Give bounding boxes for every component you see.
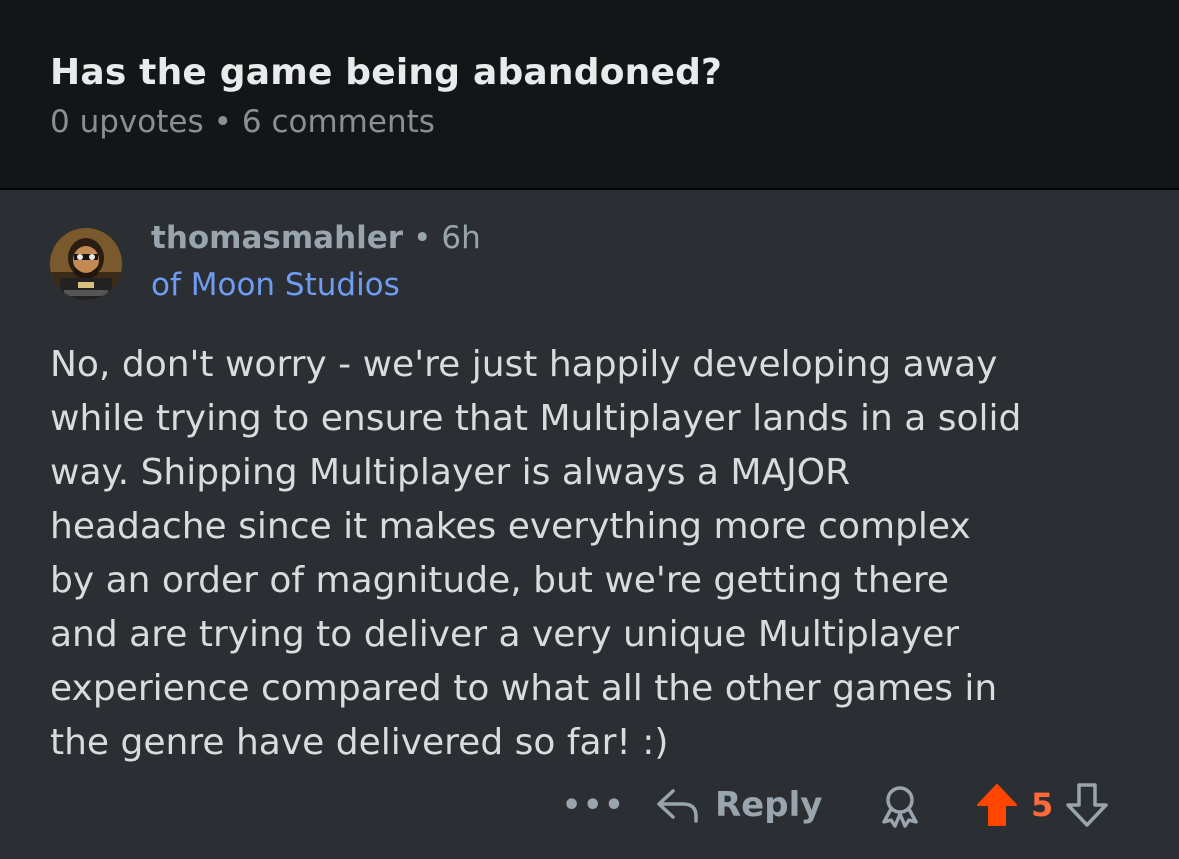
upvote-count: 0 upvotes — [50, 104, 204, 140]
more-options-button[interactable]: ••• — [562, 788, 626, 823]
comment-count[interactable]: 6 comments — [242, 104, 435, 140]
comment: thomasmahler • 6h of Moon Studios No, don'… — [0, 190, 1179, 859]
vote-controls: 5 — [975, 780, 1109, 830]
post-meta: 0 upvotes • 6 comments — [50, 104, 435, 140]
reply-button[interactable]: Reply — [655, 780, 822, 830]
author-line: thomasmahler • 6h — [151, 220, 481, 256]
reply-label: Reply — [715, 785, 823, 825]
reply-arrow-icon — [657, 789, 698, 823]
upvote-arrow-icon[interactable] — [975, 782, 1019, 828]
comment-body: No, don't worry - we're just happily dev… — [50, 344, 1022, 763]
post-header: Has the game being abandoned? 0 upvotes •… — [0, 0, 1179, 190]
award-button[interactable] — [876, 784, 924, 832]
comment-time: 6h — [441, 220, 481, 256]
downvote-arrow-icon[interactable] — [1065, 782, 1109, 828]
post-title: Has the game being abandoned? — [50, 52, 723, 93]
comment-score: 5 — [1031, 786, 1054, 824]
avatar[interactable] — [50, 228, 122, 300]
user-flair: of Moon Studios — [151, 267, 400, 303]
award-icon — [882, 786, 918, 828]
avatar-image — [50, 228, 122, 300]
author-separator: • — [413, 220, 432, 256]
meta-separator: • — [213, 104, 232, 140]
author-name[interactable]: thomasmahler — [151, 220, 403, 256]
comment-actions: ••• Reply 5 — [0, 780, 1179, 840]
